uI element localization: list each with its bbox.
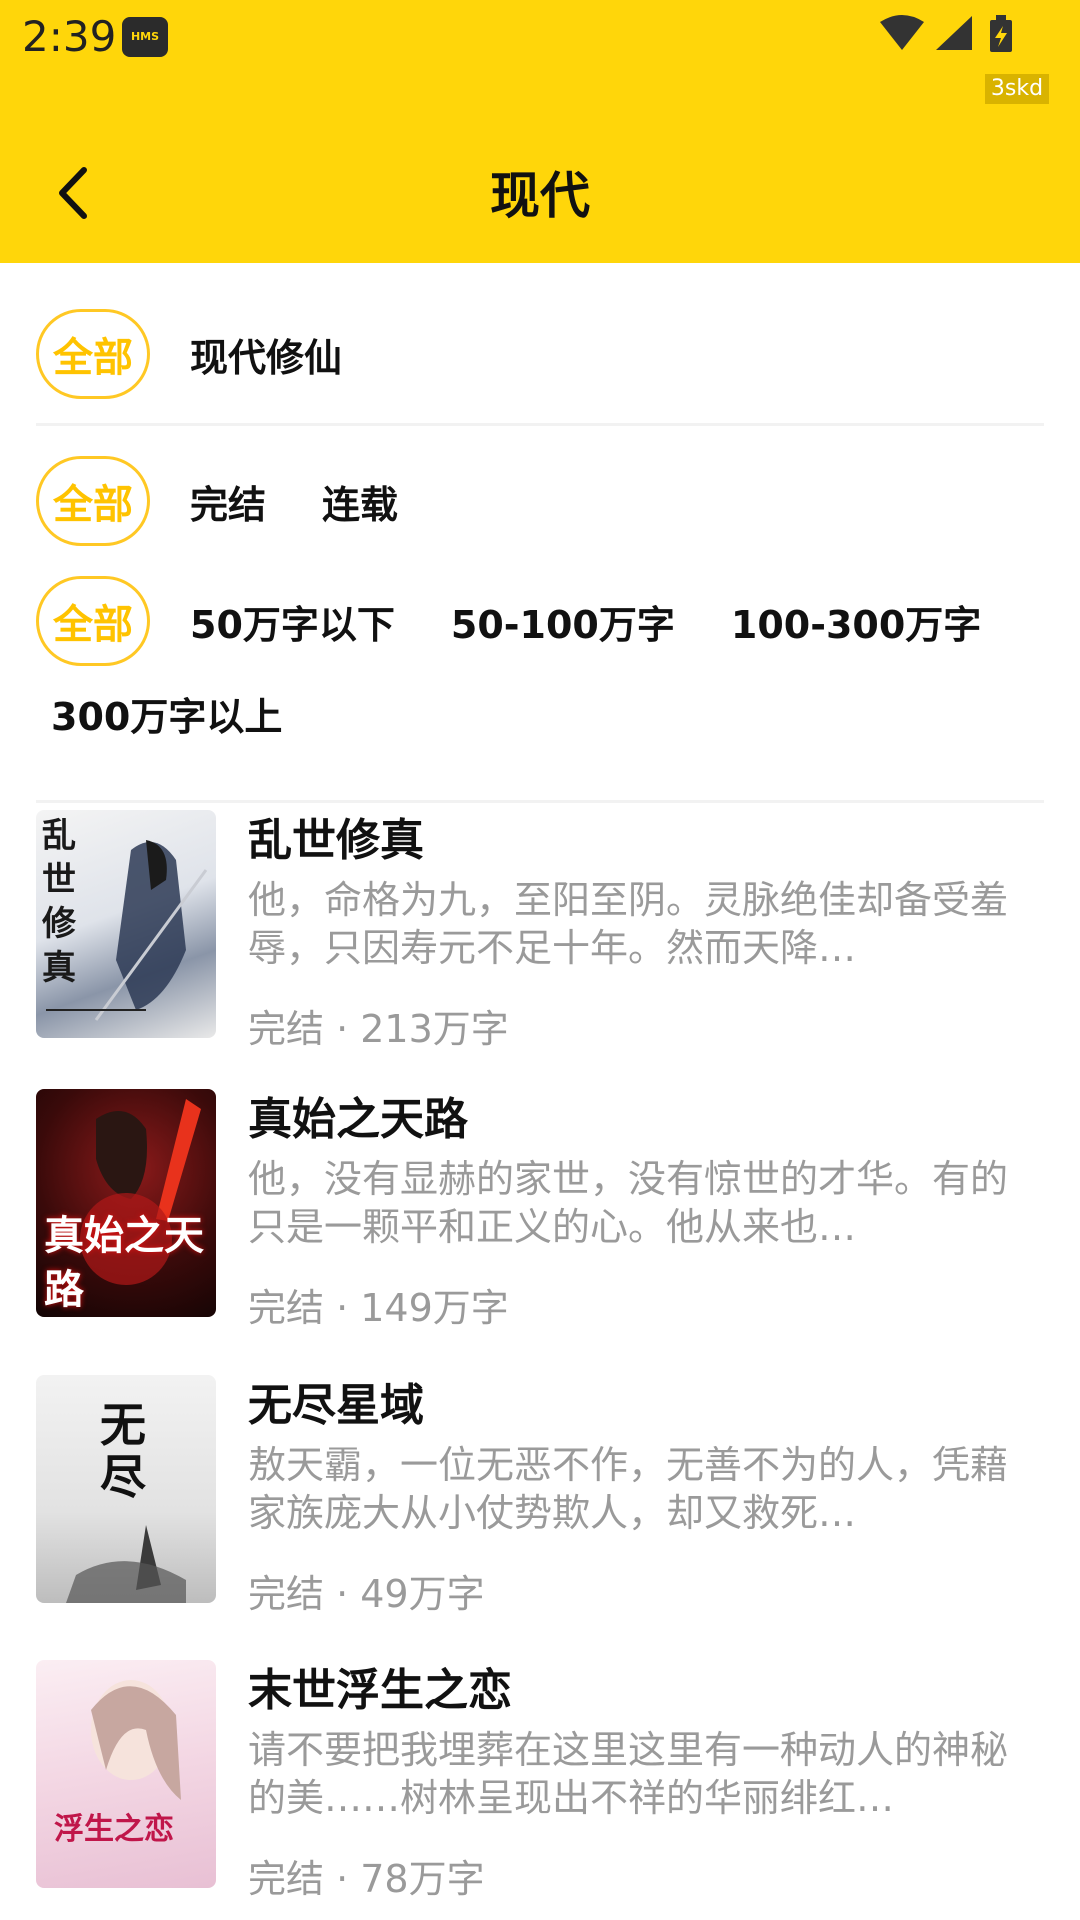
book-meta: 完结 · 149万字	[248, 1286, 509, 1330]
book-cover: 乱世修真	[36, 810, 216, 1038]
battery-icon	[990, 15, 1012, 52]
debug-tag: 3skd	[985, 74, 1049, 104]
filter-option-over-300w[interactable]: 300万字以上	[51, 686, 282, 741]
filter-all-status[interactable]: 全部	[36, 456, 150, 546]
filter-option-serializing[interactable]: 连载	[322, 474, 398, 529]
book-title: 真始之天路	[248, 1094, 468, 1145]
wifi-icon	[880, 15, 924, 50]
status-filter-row: 全部 完结 连载	[36, 456, 398, 546]
book-description: 他，命格为九，至阳至阴。灵脉绝佳却备受羞辱，只因寿元不足十年。然而天降…	[248, 878, 1009, 970]
filter-option-completed[interactable]: 完结	[190, 474, 266, 529]
hms-icon: HMS	[122, 17, 168, 57]
cover-title: 乱世修真	[42, 816, 76, 988]
status-icons	[880, 15, 1012, 52]
filter-option-xiandai-xiuxian[interactable]: 现代修仙	[190, 327, 342, 382]
book-title: 无尽星域	[248, 1380, 424, 1431]
book-cover: 真始之天路	[36, 1089, 216, 1317]
filter-all-category[interactable]: 全部	[36, 309, 150, 399]
book-meta: 完结 · 213万字	[248, 1007, 509, 1051]
top-app-bar: 2:39 HMS 3skd 现代	[0, 0, 1080, 263]
category-filter-row: 全部 现代修仙	[36, 309, 342, 399]
filter-option-under-50w[interactable]: 50万字以下	[190, 594, 395, 649]
book-item[interactable]: 真始之天路 真始之天路 他，没有显赫的家世，没有惊世的才华。有的只是一颗平和正义…	[36, 1089, 1044, 1330]
book-item[interactable]: 浮生之恋 末世浮生之恋 请不要把我埋葬在这里这里有一种动人的神秘的美……树林呈现…	[36, 1660, 1044, 1901]
book-meta: 完结 · 49万字	[248, 1572, 485, 1616]
wordcount-filter-row-wrap: 300万字以上	[51, 686, 282, 741]
page-title: 现代	[490, 167, 590, 225]
book-title: 末世浮生之恋	[248, 1665, 512, 1716]
cover-title: 无尽	[100, 1398, 146, 1504]
book-description: 敖天霸，一位无恶不作，无善不为的人，凭藉家族庞大从小仗势欺人，却又救死…	[248, 1443, 1009, 1535]
book-meta: 完结 · 78万字	[248, 1857, 485, 1901]
status-time: 2:39	[22, 12, 117, 61]
filter-option-100-300w[interactable]: 100-300万字	[731, 594, 981, 649]
filter-all-wordcount[interactable]: 全部	[36, 576, 150, 666]
book-title: 乱世修真	[248, 815, 424, 866]
signal-icon	[936, 16, 972, 50]
filter-option-50-100w[interactable]: 50-100万字	[451, 594, 675, 649]
book-item[interactable]: 乱世修真 乱世修真 他，命格为九，至阳至阴。灵脉绝佳却备受羞辱，只因寿元不足十年…	[36, 810, 1044, 1051]
cover-title: 真始之天路	[44, 1212, 204, 1313]
cover-art	[91, 1680, 181, 1800]
book-item[interactable]: 无尽 无尽星域 敖天霸，一位无恶不作，无善不为的人，凭藉家族庞大从小仗势欺人，却…	[36, 1375, 1044, 1616]
divider	[36, 423, 1044, 426]
book-cover: 无尽	[36, 1375, 216, 1603]
book-description: 请不要把我埋葬在这里这里有一种动人的神秘的美……树林呈现出不祥的华丽绯红…	[248, 1728, 1009, 1820]
divider	[36, 800, 1044, 803]
cover-title: 浮生之恋	[54, 1812, 174, 1847]
wordcount-filter-row: 全部 50万字以下 50-100万字 100-300万字	[36, 576, 981, 666]
book-cover: 浮生之恋	[36, 1660, 216, 1888]
book-description: 他，没有显赫的家世，没有惊世的才华。有的只是一颗平和正义的心。他从来也…	[248, 1157, 1009, 1249]
